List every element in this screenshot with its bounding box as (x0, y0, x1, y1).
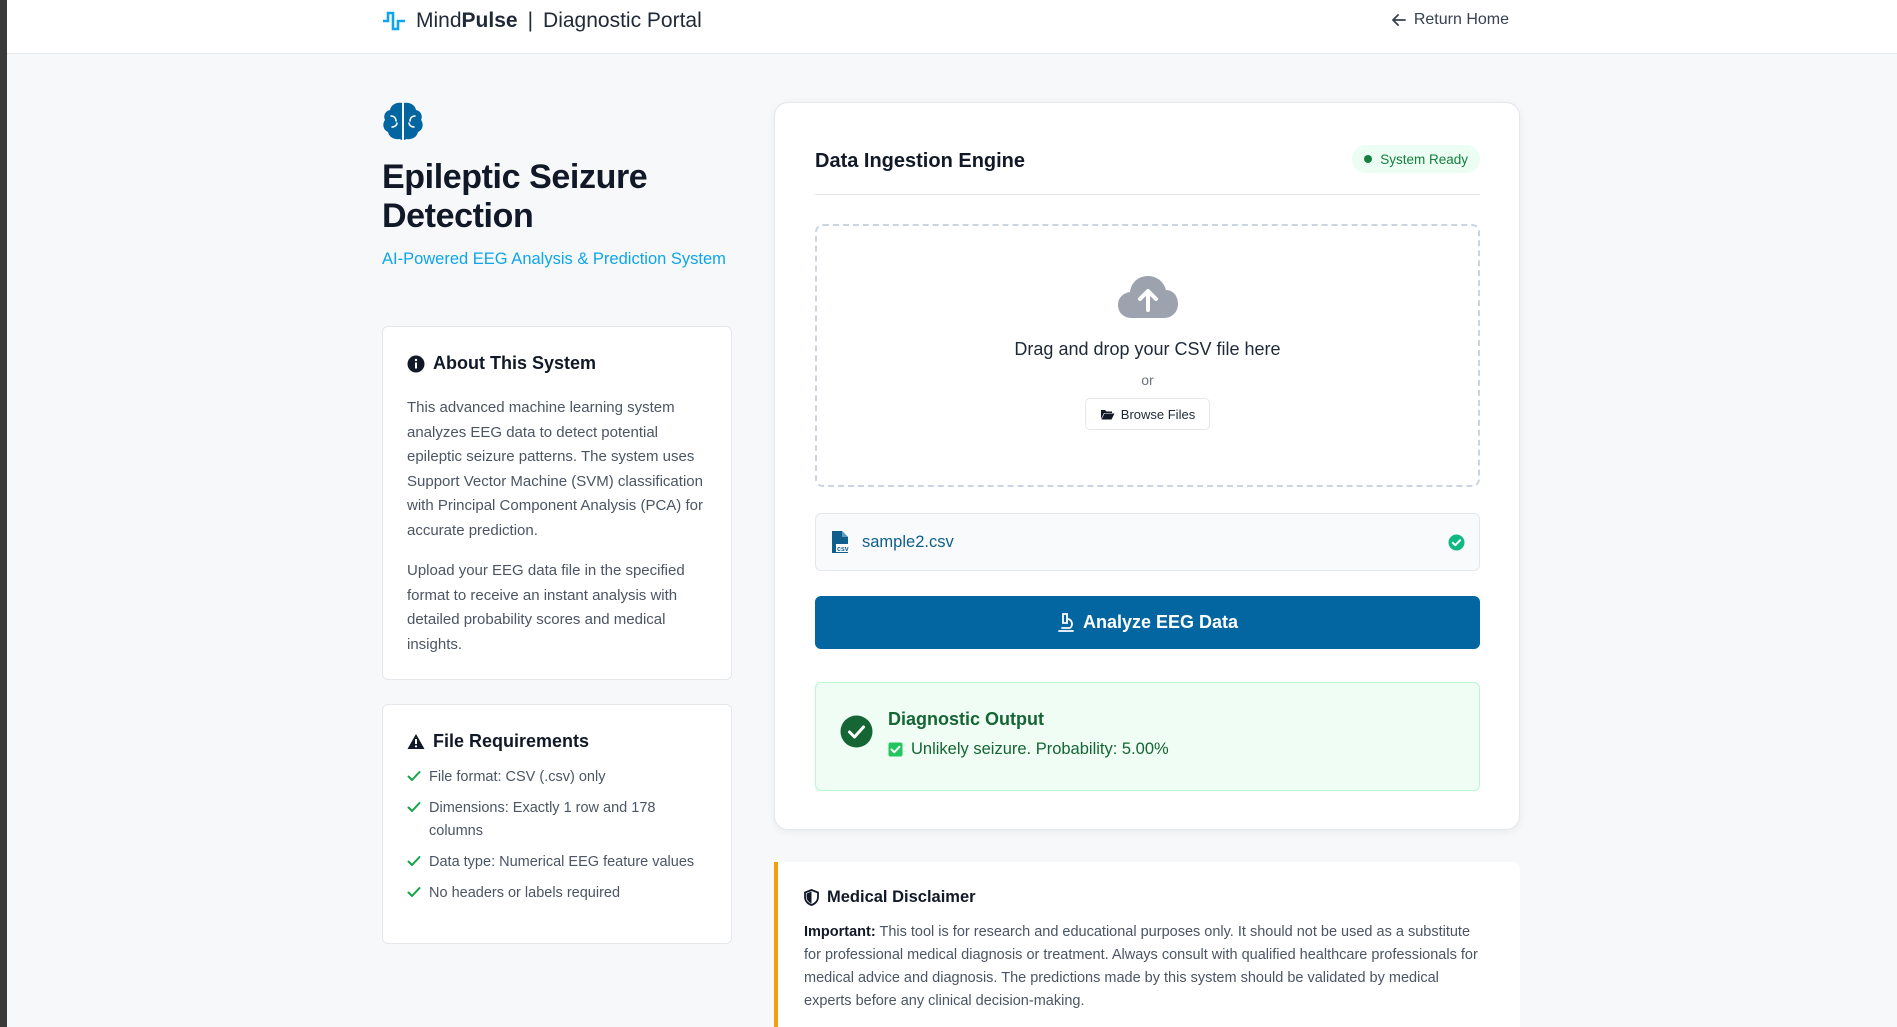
pulse-icon (383, 11, 405, 31)
browse-files-label: Browse Files (1120, 406, 1196, 422)
about-paragraph-1: This advanced machine learning system an… (407, 399, 703, 539)
disclaimer-heading: Medical Disclaimer (804, 888, 1490, 907)
svg-text:csv: csv (837, 546, 849, 553)
brand-separator: | (527, 9, 534, 32)
disclaimer-lead: Important: (804, 924, 876, 940)
output-result-text: Unlikely seizure. Probability: 5.00% (911, 740, 1169, 758)
requirement-item: File format: CSV (.csv) only (407, 766, 707, 789)
file-dropzone[interactable]: Drag and drop your CSV file here or Brow… (815, 224, 1480, 487)
requirement-text: File format: CSV (.csv) only (429, 769, 606, 785)
app-root: MindPulse | Diagnostic Portal Return Hom… (7, 0, 1897, 1027)
brand-suffix: Diagnostic Portal (543, 9, 702, 32)
page-subtitle: AI-Powered EEG Analysis & Prediction Sys… (382, 250, 726, 268)
browse-files-button[interactable]: Browse Files (1084, 398, 1211, 430)
status-label: System Ready (1380, 151, 1468, 167)
about-heading: About This System (407, 353, 707, 374)
check-icon (407, 771, 421, 781)
intro-column: Epileptic Seizure Detection AI-Powered E… (382, 100, 732, 944)
dropzone-content: Drag and drop your CSV file here or Brow… (817, 274, 1478, 430)
return-home-link[interactable]: Return Home (1391, 11, 1509, 29)
dropzone-text: Drag and drop your CSV file here (1014, 339, 1281, 359)
status-badge: System Ready (1352, 145, 1480, 173)
check-circle-icon (1448, 534, 1465, 550)
check-icon (407, 802, 421, 812)
disclaimer-heading-label: Medical Disclaimer (827, 888, 976, 906)
brand-name: MindPulse (416, 9, 518, 32)
top-navbar: MindPulse | Diagnostic Portal Return Hom… (7, 0, 1897, 54)
check-circle-icon (840, 715, 873, 748)
about-heading-label: About This System (433, 353, 597, 373)
ingestion-card: Data Ingestion Engine System Ready Drag … (774, 102, 1520, 830)
status-dot-icon (1364, 155, 1373, 163)
ingestion-title: Data Ingestion Engine (815, 150, 1026, 172)
disclaimer-body: This tool is for research and educationa… (804, 924, 1478, 1009)
requirements-heading-label: File Requirements (433, 731, 590, 751)
folder-open-icon (1100, 410, 1115, 420)
check-icon (407, 856, 421, 866)
analyze-button-label: Analyze EEG Data (1082, 612, 1239, 632)
microscope-icon (1058, 612, 1074, 632)
requirement-item: Dimensions: Exactly 1 row and 178 column… (407, 797, 707, 843)
output-result: Unlikely seizure. Probability: 5.00% (888, 740, 1169, 759)
brand-logo[interactable]: MindPulse | Diagnostic Portal (382, 8, 702, 34)
check-box-icon (888, 742, 903, 757)
cloud-upload-icon (1117, 276, 1178, 318)
diagnostic-output: Diagnostic Output Unlikely seizure. Prob… (815, 682, 1480, 791)
requirement-item: Data type: Numerical EEG feature values (407, 851, 707, 874)
return-home-label: Return Home (1413, 11, 1509, 28)
requirements-list: File format: CSV (.csv) only Dimensions:… (407, 766, 707, 905)
requirement-text: No headers or labels required (429, 885, 621, 901)
page-title: Epileptic Seizure Detection (382, 158, 648, 235)
about-card: About This System This advanced machine … (382, 326, 732, 680)
ingestion-header: Data Ingestion Engine System Ready (815, 145, 1480, 195)
shield-icon (804, 889, 819, 906)
requirement-text: Dimensions: Exactly 1 row and 178 column… (429, 800, 656, 839)
requirement-item: No headers or labels required (407, 882, 707, 905)
output-title: Diagnostic Output (888, 709, 1044, 729)
requirements-heading: File Requirements (407, 731, 707, 752)
warning-icon (407, 734, 425, 749)
arrow-left-icon (1391, 14, 1406, 26)
analyze-button[interactable]: Analyze EEG Data (815, 596, 1480, 649)
selected-file: csv sample2.csv (815, 513, 1480, 571)
about-paragraph-2: Upload your EEG data file in the specifi… (407, 562, 685, 653)
window-edge (0, 0, 7, 1027)
file-name: sample2.csv (862, 532, 954, 551)
requirement-text: Data type: Numerical EEG feature values (429, 854, 695, 870)
check-icon (407, 887, 421, 897)
requirements-card: File Requirements File format: CSV (.csv… (382, 704, 732, 944)
medical-disclaimer: Medical Disclaimer Important: This tool … (774, 862, 1520, 1027)
info-icon (407, 355, 425, 372)
disclaimer-text: Important: This tool is for research and… (804, 921, 1490, 1013)
dropzone-or: or (1141, 372, 1154, 388)
brain-icon (383, 102, 423, 140)
csv-file-icon: csv (832, 531, 850, 553)
